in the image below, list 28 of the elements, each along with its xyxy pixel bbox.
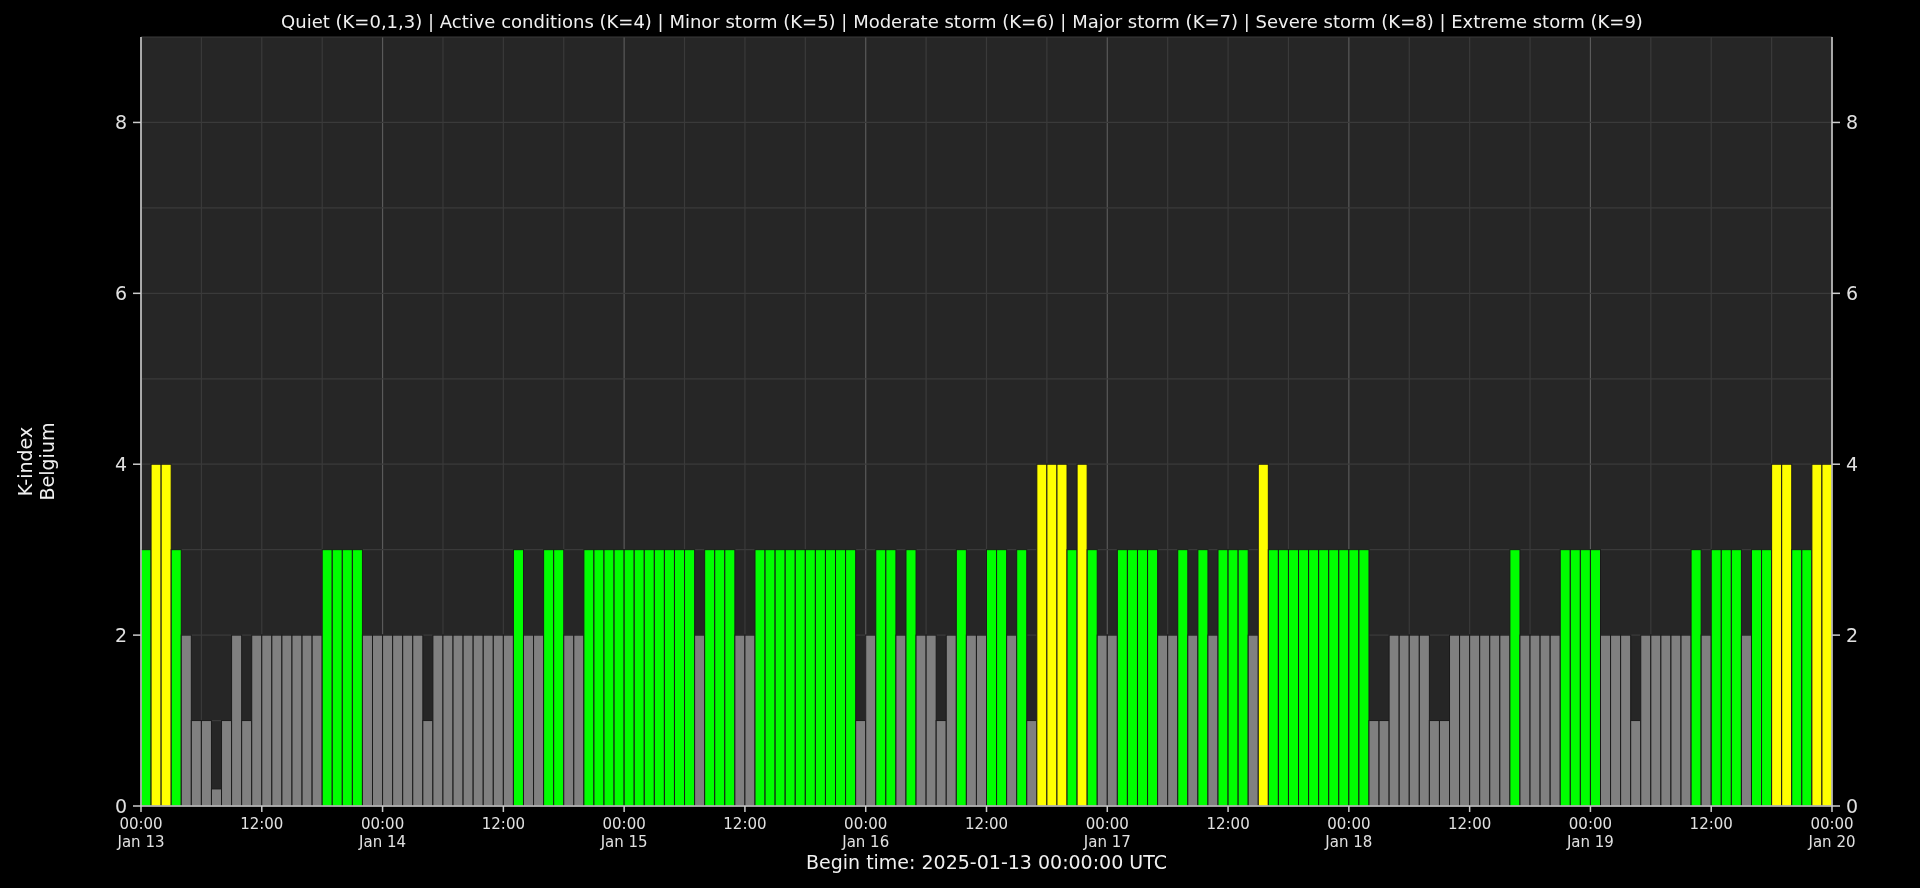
x-tick-label: 00:00 Jan 14 [359, 815, 407, 851]
x-tick-label: 12:00 [1206, 815, 1250, 833]
x-tick-label: 00:00 Jan 17 [1083, 815, 1131, 851]
y-tick-label: 8 [1846, 111, 1859, 134]
x-tick-label: 12:00 [1689, 815, 1733, 833]
y-axis-label: K-index Belgium [14, 422, 58, 501]
x-tick-label: 12:00 [964, 815, 1009, 833]
y-tick-label: 2 [114, 624, 127, 647]
y-tick-label: 4 [1846, 453, 1859, 476]
x-tick-label: 12:00 [723, 815, 767, 833]
x-tick-label: 12:00 [1448, 815, 1492, 833]
x-axis-label: Begin time: 2025-01-13 00:00:00 UTC [806, 851, 1167, 873]
x-tick-label: 00:00 Jan 15 [600, 815, 648, 851]
y-tick-label: 2 [1846, 624, 1859, 647]
x-tick-label: 12:00 [481, 815, 525, 833]
x-tick-label: 00:00 Jan 16 [842, 815, 890, 851]
x-tick-label: 00:00 Jan 18 [1325, 815, 1373, 851]
y-tick-label: 4 [114, 453, 127, 476]
x-tick-label: 12:00 [240, 815, 284, 833]
y-tick-label: 6 [1846, 282, 1859, 305]
chart-title: Quiet (K=0,1,3) | Active conditions (K=4) | Minor storm (K=5) | Moderate storm (K=6) | Major storm (K=7) | Severe storm (K=8) | Extreme storm (K=9) [281, 11, 1643, 32]
y-tick-label: 6 [114, 282, 127, 305]
x-tick-label: 00:00 Jan 13 [117, 815, 165, 851]
x-tick-label: 00:00 Jan 19 [1566, 815, 1614, 851]
x-tick-label: 00:00 Jan 20 [1808, 815, 1856, 851]
y-tick-label: 8 [114, 111, 127, 134]
y-tick-label: 0 [1846, 795, 1859, 817]
y-tick-label: 0 [114, 795, 127, 817]
